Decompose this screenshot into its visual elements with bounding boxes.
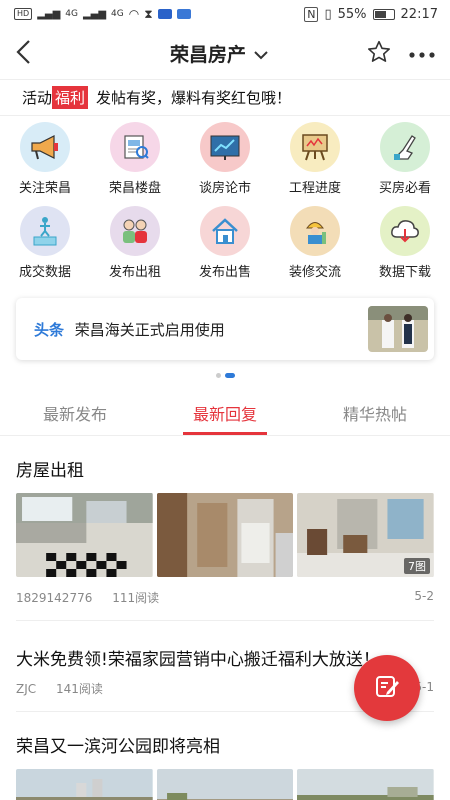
banner-activity-label: 活动 <box>22 89 53 107</box>
house-icon <box>200 206 250 256</box>
post-photo[interactable] <box>297 769 435 800</box>
grid-item-download[interactable]: 数据下载 <box>360 206 450 290</box>
grid-item-decoration[interactable]: 装修交流 <box>270 206 360 290</box>
chart-board-icon <box>200 122 250 172</box>
edit-icon <box>373 672 401 704</box>
battery-percent: 55% <box>337 6 367 22</box>
wifi-icon: ◠ <box>128 7 140 21</box>
grid-item-post-rent[interactable]: 发布出租 <box>90 206 180 290</box>
carousel-indicator <box>0 360 450 390</box>
headline-tag: 头条 <box>34 320 65 339</box>
grid-item-label: 数据下载 <box>378 265 431 280</box>
post-photos <box>16 769 435 800</box>
list-item[interactable]: 荣昌又一滨河公园即将亮相 <box>0 712 450 800</box>
status-bar: HD ▂▄▆ 4G ▂▄▆ 4G ◠ ⧗ N ▯ 55% 22:17 <box>0 0 450 28</box>
post-date: 5-2 <box>414 589 434 603</box>
grid-item-label: 发布出租 <box>108 265 161 280</box>
post-meta: 1829142776 111阅读 5-2 <box>16 589 434 621</box>
app-notification-icon-2 <box>176 9 191 19</box>
headline-card[interactable]: 头条 荣昌海关正式启用使用 <box>16 298 434 360</box>
banner-welfare-badge: 福利 <box>52 86 89 109</box>
chevron-down-icon <box>254 43 268 65</box>
podium-icon <box>20 206 70 256</box>
banner-text: 发帖有奖，爆料有奖红包哦！ <box>96 89 292 107</box>
carousel-dot[interactable] <box>215 372 221 378</box>
battery-icon <box>372 8 395 20</box>
post-reads: 111阅读 <box>112 591 160 605</box>
cloud-download-icon <box>380 206 430 256</box>
network-4g-label: 4G <box>65 9 78 19</box>
megaphone-icon <box>20 122 70 172</box>
list-item[interactable]: 房屋出租 7图 1829142776 111阅读 5-2 <box>0 436 450 621</box>
hourglass-icon: ⧗ <box>144 6 153 21</box>
headline-text: 荣昌海关正式启用使用 <box>74 320 225 339</box>
post-title: 荣昌又一滨河公园即将亮相 <box>16 737 220 757</box>
post-author: 1829142776 <box>16 591 93 605</box>
top-bar: 荣昌房产 <box>0 28 450 80</box>
more-icon[interactable] <box>408 44 436 63</box>
people-icon <box>110 206 160 256</box>
carousel-dot-active[interactable] <box>224 372 235 378</box>
post-photo[interactable] <box>156 769 294 800</box>
promo-banner[interactable]: 活动 福利 发帖有奖，爆料有奖红包哦！ <box>0 80 450 116</box>
post-title: 房屋出租 <box>16 461 84 481</box>
photo-count-badge: 7图 <box>404 558 431 574</box>
page-title: 荣昌房产 <box>169 44 246 66</box>
star-icon[interactable] <box>366 39 392 69</box>
post-photos: 7图 <box>16 493 435 577</box>
grid-item-properties[interactable]: 荣昌楼盘 <box>90 122 180 206</box>
grid-item-post-sale[interactable]: 发布出售 <box>180 206 270 290</box>
tab-latest-posts[interactable]: 最新发布 <box>0 390 150 435</box>
post-photo[interactable] <box>16 493 153 577</box>
pointing-hand-icon <box>380 122 430 172</box>
back-icon[interactable] <box>14 39 32 69</box>
grid-item-follow[interactable]: 关注荣昌 <box>0 122 90 206</box>
grid-item-label: 发布出售 <box>198 265 251 280</box>
grid-item-label: 关注荣昌 <box>18 181 71 196</box>
nfc-icon: N <box>304 6 319 22</box>
vibrate-icon: ▯ <box>324 6 332 22</box>
network-4g-label-2: 4G <box>111 9 124 19</box>
clock: 22:17 <box>400 6 438 22</box>
hd-indicator: HD <box>14 8 33 20</box>
grid-item-deal-data[interactable]: 成交数据 <box>0 206 90 290</box>
app-notification-icon <box>157 9 172 19</box>
signal-icon: ▂▄▆ <box>37 8 61 20</box>
tab-featured[interactable]: 精华热帖 <box>300 390 450 435</box>
signal-icon-2: ▂▄▆ <box>82 8 107 20</box>
post-author: ZJC <box>16 682 37 696</box>
post-photo[interactable]: 7图 <box>297 493 435 577</box>
grid-item-label: 装修交流 <box>288 265 341 280</box>
post-photo[interactable] <box>16 769 153 800</box>
worker-icon <box>290 206 340 256</box>
easel-icon <box>290 122 340 172</box>
grid-item-label: 谈房论市 <box>198 181 251 196</box>
grid-item-label: 工程进度 <box>288 181 341 196</box>
feed-tabs: 最新发布 最新回复 精华热帖 <box>0 390 450 436</box>
grid-item-market[interactable]: 谈房论市 <box>180 122 270 206</box>
grid-item-label: 荣昌楼盘 <box>108 181 161 196</box>
compose-post-button[interactable] <box>354 655 420 721</box>
building-doc-icon <box>110 122 160 172</box>
category-grid: 关注荣昌 荣昌楼盘 谈房论市 工程进度 买房必看 成交数据 发布出租 发布出售 … <box>0 116 450 290</box>
headline-thumbnail <box>368 306 428 352</box>
forum-title-dropdown[interactable]: 荣昌房产 <box>170 40 268 67</box>
post-photo[interactable] <box>156 493 294 577</box>
grid-item-progress[interactable]: 工程进度 <box>270 122 360 206</box>
grid-item-must-read[interactable]: 买房必看 <box>360 122 450 206</box>
grid-item-label: 买房必看 <box>378 181 431 196</box>
tab-latest-replies[interactable]: 最新回复 <box>150 390 300 435</box>
grid-item-label: 成交数据 <box>18 265 71 280</box>
post-reads: 141阅读 <box>55 682 103 696</box>
